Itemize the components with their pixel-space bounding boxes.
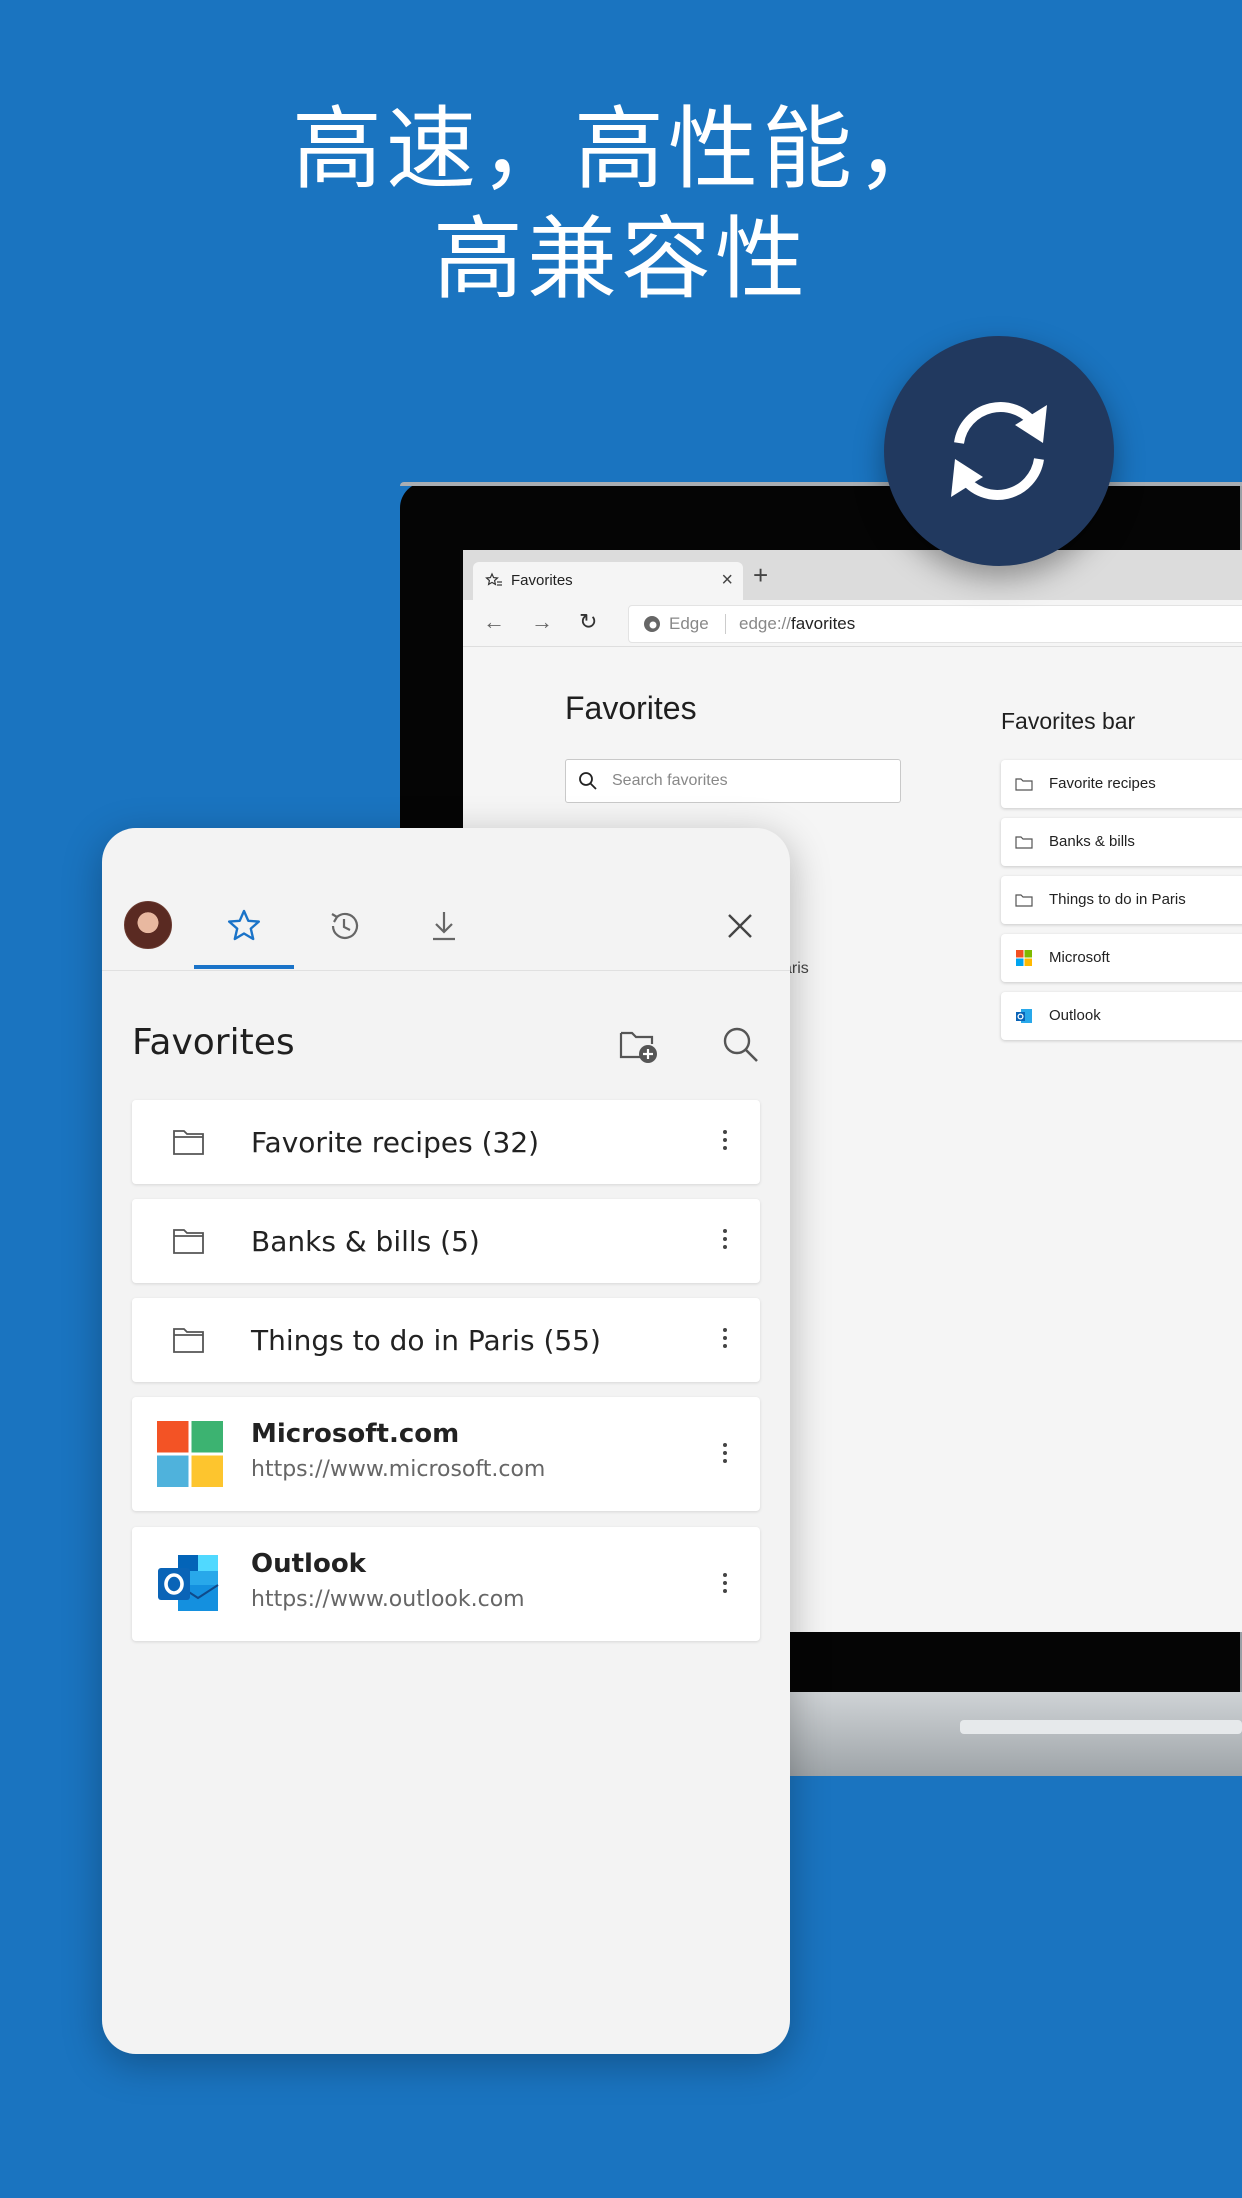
headline: 高速，高性能， 高兼容性 [0,95,1242,315]
address-url: edge://favorites [739,614,856,633]
sync-icon [951,402,1047,500]
headline-line-1: 高速，高性能， [292,97,950,202]
new-tab-button[interactable]: + [753,560,768,591]
search-icon [579,772,597,790]
folder-icon [173,1130,204,1155]
back-icon[interactable]: ← [483,609,505,635]
panel-toolbar [102,828,790,971]
favorites-star-icon [485,572,502,586]
more-options-icon[interactable] [720,1439,730,1467]
navigation-bar: ← → ↻ Edge edge://favorites [463,600,1242,647]
folder-row[interactable]: Things to do in Paris (55) [132,1298,760,1382]
site-url: https://www.outlook.com [251,1587,525,1612]
search-placeholder: Search favorites [612,772,728,789]
address-bar[interactable]: Edge edge://favorites [628,605,1242,643]
tab-strip: Favorites × + [463,550,1242,600]
site-title: Outlook [251,1549,366,1579]
tab-favorites[interactable]: Favorites × [473,562,743,600]
more-options-icon[interactable] [720,1324,730,1352]
site-title: Microsoft.com [251,1419,460,1449]
panel-heading: Favorites [132,1022,295,1063]
forward-icon[interactable]: → [531,609,553,635]
tab-close-icon[interactable]: × [721,569,733,592]
site-url: https://www.microsoft.com [251,1457,546,1482]
history-icon[interactable] [324,906,364,946]
site-row-microsoft[interactable]: Microsoft.com https://www.microsoft.com [132,1397,760,1511]
folder-icon [1015,778,1033,791]
star-icon[interactable] [224,906,264,946]
folder-row[interactable]: Banks & bills (5) [132,1199,760,1283]
tab-title: Favorites [511,572,573,589]
address-label: Edge [669,614,709,633]
site-row-outlook[interactable]: Outlook https://www.outlook.com [132,1527,760,1641]
folder-icon [173,1229,204,1254]
sync-badge [884,336,1114,566]
favorites-bar-item[interactable]: Outlook [1001,992,1242,1040]
more-options-icon[interactable] [720,1126,730,1154]
folder-label: Things to do in Paris (55) [251,1324,601,1357]
more-options-icon[interactable] [720,1569,730,1597]
headline-line-2: 高兼容性 [433,207,809,312]
edge-logo-icon [644,616,660,632]
outlook-logo-icon [158,1555,219,1611]
favorites-bar-item[interactable]: Things to do in Paris [1001,876,1242,924]
page-search-input[interactable]: Search favorites [565,759,901,803]
avatar[interactable] [124,901,172,949]
favorites-bar-item[interactable]: Favorite recipes [1001,760,1242,808]
close-icon[interactable] [720,906,760,946]
folder-label: Favorite recipes (32) [251,1126,540,1159]
active-tab-indicator [194,965,294,969]
download-icon[interactable] [424,906,464,946]
favorites-panel: Favorites Favorite recipes (32) Banks & … [102,828,790,2054]
folder-icon [1015,894,1033,907]
toolbar-divider [102,970,790,971]
laptop-base [780,1692,1242,1776]
microsoft-logo-icon [1016,950,1032,966]
folder-label: Banks & bills (5) [251,1225,480,1258]
folder-icon [173,1328,204,1353]
microsoft-logo-icon [157,1421,223,1487]
favorites-bar-title: Favorites bar [1001,708,1136,734]
folder-icon [1015,836,1033,849]
more-options-icon[interactable] [720,1225,730,1253]
outlook-logo-icon [1016,1009,1032,1023]
refresh-icon[interactable]: ↻ [579,609,597,635]
favorites-bar-item[interactable]: Banks & bills [1001,818,1242,866]
favorites-bar-item[interactable]: Microsoft [1001,934,1242,982]
page-title: Favorites [565,690,697,726]
folder-row[interactable]: Favorite recipes (32) [132,1100,760,1184]
add-folder-icon[interactable] [618,1024,660,1066]
search-icon[interactable] [720,1024,762,1066]
